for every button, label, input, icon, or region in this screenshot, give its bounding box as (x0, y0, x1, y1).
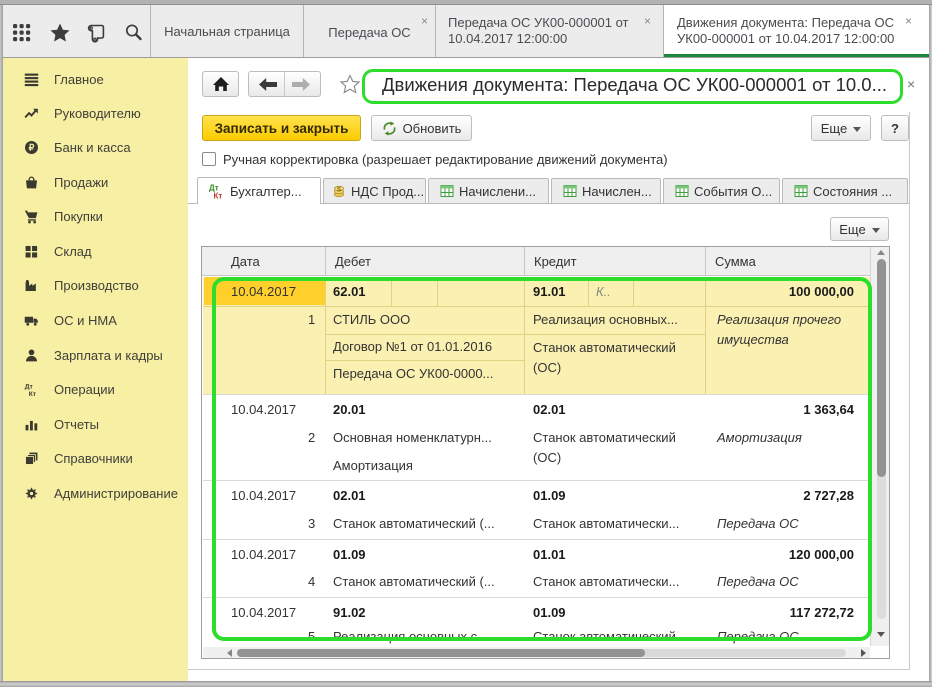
svg-text:Кт: Кт (29, 390, 37, 396)
svg-text:Кт: Кт (214, 192, 223, 200)
svg-text:S: S (337, 187, 342, 194)
svg-text:₽: ₽ (29, 142, 35, 152)
svg-text:Дт: Дт (25, 383, 34, 390)
